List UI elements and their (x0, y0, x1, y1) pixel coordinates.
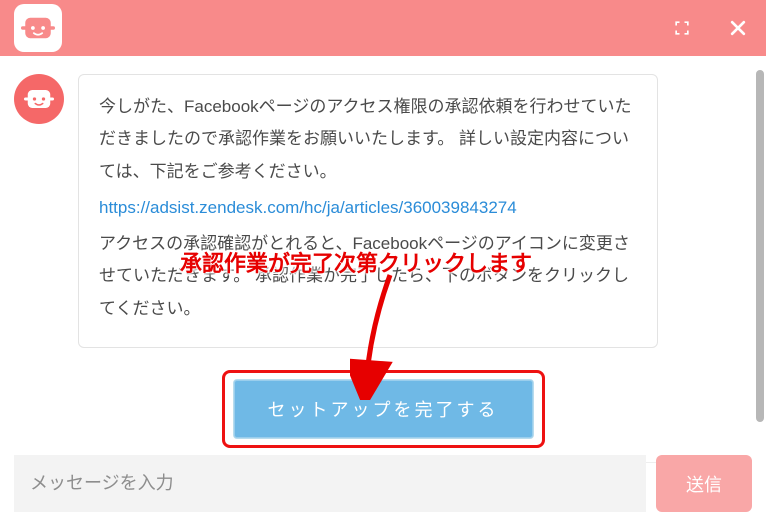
bot-message-bubble: 今しがた、Facebookページのアクセス権限の承認依頼を行わせていただきました… (78, 74, 658, 348)
close-button[interactable] (724, 14, 752, 42)
widget-header (0, 0, 766, 56)
chat-widget: 今しがた、Facebookページのアクセス権限の承認依頼を行わせていただきました… (0, 0, 766, 518)
scrollbar-thumb[interactable] (756, 70, 764, 422)
bot-face-icon (24, 84, 54, 114)
complete-setup-button[interactable]: セットアップを完了する (233, 379, 534, 439)
bot-face-icon (21, 11, 55, 45)
highlight-outline: セットアップを完了する (222, 370, 545, 448)
header-actions (668, 14, 752, 42)
chat-footer: 送信 (0, 455, 766, 512)
message-paragraph-2: アクセスの承認確認がとれると、Facebookページのアイコンに変更させていただ… (99, 228, 637, 325)
message-paragraph-1: 今しがた、Facebookページのアクセス権限の承認依頼を行わせていただきました… (99, 91, 637, 188)
send-button[interactable]: 送信 (656, 455, 752, 512)
bot-logo (14, 4, 62, 52)
close-icon (728, 18, 748, 38)
message-input[interactable] (14, 455, 646, 512)
chat-body: 今しがた、Facebookページのアクセス権限の承認依頼を行わせていただきました… (0, 56, 766, 448)
bot-message-row: 今しがた、Facebookページのアクセス権限の承認依頼を行わせていただきました… (14, 74, 752, 348)
help-article-link[interactable]: https://adsist.zendesk.com/hc/ja/article… (99, 198, 517, 217)
expand-icon (672, 18, 692, 38)
expand-button[interactable] (668, 14, 696, 42)
action-area: セットアップを完了する (14, 370, 752, 448)
bot-avatar (14, 74, 64, 124)
